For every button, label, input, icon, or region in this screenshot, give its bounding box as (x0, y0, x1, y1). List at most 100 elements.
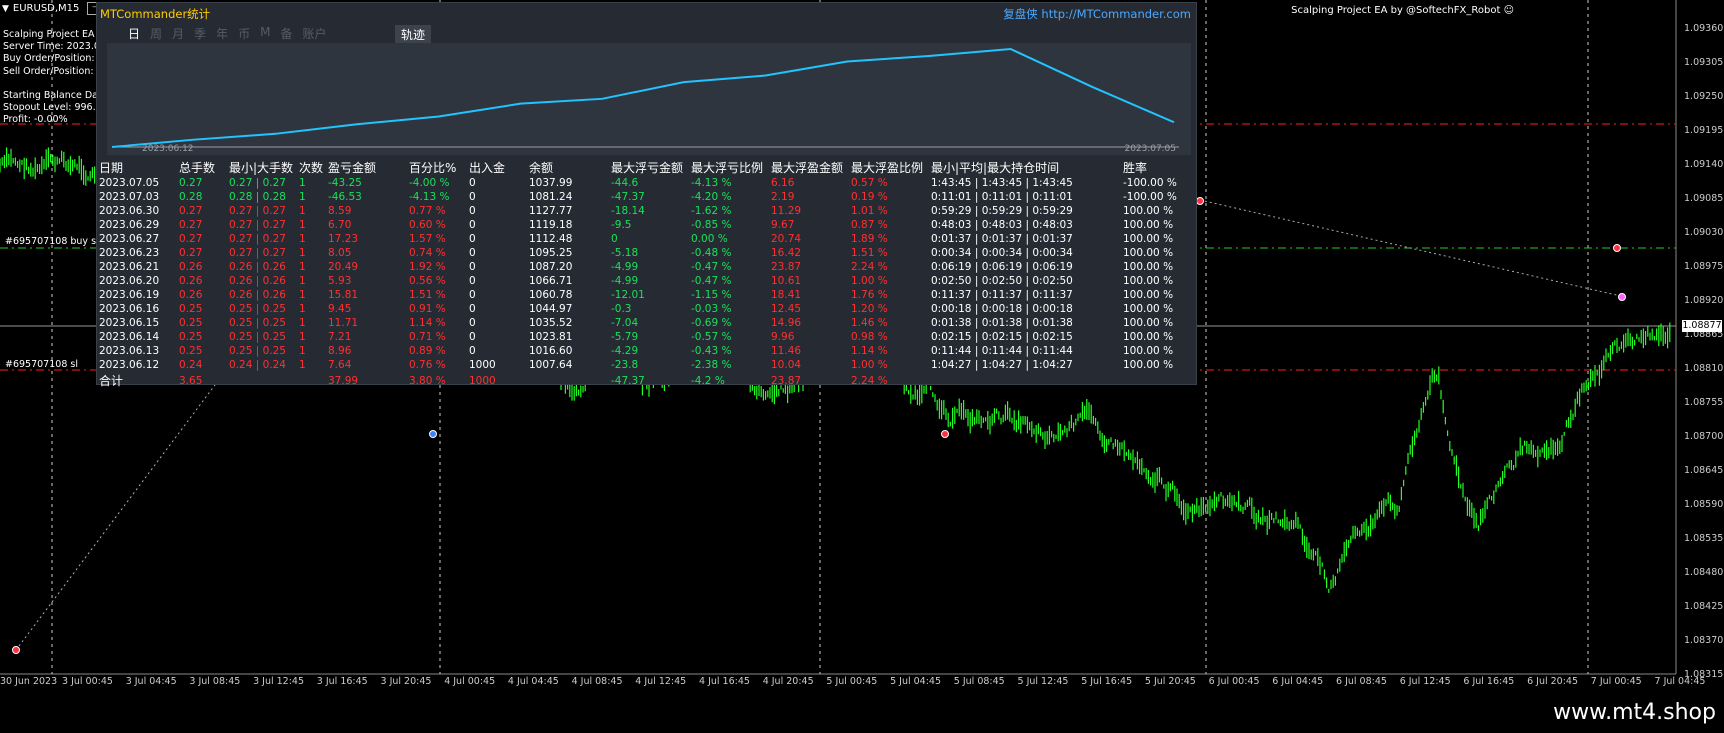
table-body: 2023.07.05 0.27 0.27 | 0.27 1 -43.25 -4.00 % 0… (99, 176, 1193, 389)
equity-curve (107, 43, 1191, 155)
table-cell: 1 (299, 345, 306, 357)
table-cell: 10.61 (771, 275, 802, 287)
table-row[interactable]: 2023.06.13 0.25 0.25 | 0.25 1 8.96 0.89 % 0 101… (99, 344, 1193, 358)
time-tick-label: 5 Jul 20:45 (1144, 676, 1196, 687)
table-cell: 100.00 % (1123, 247, 1174, 259)
table-cell: 0.26 (179, 261, 203, 273)
table-cell: 20.49 (328, 261, 359, 273)
tab-account[interactable]: 账户 (299, 25, 329, 42)
table-row[interactable]: 2023.06.23 0.27 0.27 | 0.27 1 8.05 0.74 % 0 109… (99, 246, 1193, 260)
table-cell: 1087.20 (529, 261, 573, 273)
time-tick-label: 5 Jul 16:45 (1081, 676, 1133, 687)
table-cell: 0.25 (179, 331, 203, 343)
time-tick-label: 3 Jul 16:45 (316, 676, 368, 687)
table-row[interactable]: 2023.06.16 0.25 0.25 | 0.25 1 9.45 0.91 % 0 104… (99, 302, 1193, 316)
table-cell: 0.25 | 0.25 (229, 331, 286, 343)
time-tick-label: 4 Jul 08:45 (571, 676, 623, 687)
tab-year[interactable]: 年 (213, 25, 231, 42)
table-row[interactable]: 2023.07.05 0.27 0.27 | 0.27 1 -43.25 -4.00 % 0… (99, 176, 1193, 190)
table-cell: 0.27 (179, 247, 203, 259)
table-cell: 0 (469, 191, 476, 203)
table-cell: 1 (299, 317, 306, 329)
table-row[interactable]: 2023.07.03 0.28 0.28 | 0.28 1 -46.53 -4.13 % 0… (99, 190, 1193, 204)
table-cell: -0.47 % (691, 275, 732, 287)
time-tick-label: 6 Jul 08:45 (1336, 676, 1387, 687)
column-header: 总手数 (179, 161, 216, 175)
table-cell: 23.87 (771, 261, 802, 273)
table-cell: 1 (299, 289, 306, 301)
table-cell: -0.57 % (691, 331, 732, 343)
table-cell: 0 (469, 275, 476, 287)
table-cell: 9.45 (328, 303, 352, 315)
table-cell: 6.70 (328, 219, 352, 231)
table-cell: 2023.06.23 (99, 247, 160, 259)
table-cell: 1081.24 (529, 191, 573, 203)
tab-magic[interactable]: M (257, 25, 273, 42)
tab-quarter[interactable]: 季 (191, 25, 209, 42)
table-cell: 0 (469, 317, 476, 329)
table-cell (229, 372, 299, 389)
table-cell (529, 372, 611, 389)
time-tick-label: 6 Jul 16:45 (1463, 676, 1515, 687)
table-row[interactable]: 2023.06.19 0.26 0.26 | 0.26 1 15.81 1.51 % 0 10… (99, 288, 1193, 302)
track-button[interactable]: 轨迹 (395, 25, 432, 44)
time-tick-label: 6 Jul 20:45 (1527, 676, 1579, 687)
column-header: 出入金 (469, 161, 506, 175)
symbol-header: ▼ EURUSD,M15 – (2, 2, 102, 15)
table-cell: 0 (469, 331, 476, 343)
table-cell: -0.3 (611, 303, 632, 315)
column-header: 百分比% (409, 161, 457, 175)
table-cell: 0:06:19 | 0:06:19 | 0:06:19 (931, 261, 1073, 273)
table-cell: 6.16 (771, 177, 795, 189)
table-row[interactable]: 2023.06.14 0.25 0.25 | 0.25 1 7.21 0.71 % 0 102… (99, 330, 1193, 344)
table-row[interactable]: 2023.06.29 0.27 0.27 | 0.27 1 6.70 0.60 % 0 111… (99, 218, 1193, 232)
table-cell: 20.74 (771, 233, 802, 245)
table-cell: 0.27 (179, 219, 203, 231)
tab-day[interactable]: 日 (125, 25, 143, 42)
table-cell: 0.26 (179, 275, 203, 287)
table-cell: 0.25 | 0.25 (229, 317, 286, 329)
table-row[interactable]: 2023.06.12 0.24 0.24 | 0.24 1 7.64 0.76 % 1000… (99, 358, 1193, 372)
tab-currency[interactable]: 币 (235, 25, 253, 42)
table-cell: 0.28 (179, 191, 203, 203)
table-row[interactable]: 2023.06.27 0.27 0.27 | 0.27 1 17.23 1.57 % 0 11… (99, 232, 1193, 246)
table-row[interactable]: 2023.06.15 0.25 0.25 | 0.25 1 11.71 1.14 % 0 10… (99, 316, 1193, 330)
table-cell: -2.38 % (691, 359, 732, 371)
dropdown-triangle-icon[interactable]: ▼ (2, 4, 9, 14)
time-tick-label: 3 Jul 00:45 (62, 676, 113, 687)
table-cell: 0 (469, 303, 476, 315)
table-cell: 0.74 % (409, 247, 446, 259)
table-cell: 100.00 % (1123, 233, 1174, 245)
website-link[interactable]: 复盘侠 http://MTCommander.com (1003, 6, 1191, 22)
column-header: 日期 (99, 161, 124, 175)
watermark: www.mt4.shop (1553, 700, 1716, 725)
table-cell: 0.24 (179, 359, 203, 371)
table-cell: 0:48:03 | 0:48:03 | 0:48:03 (931, 219, 1073, 231)
table-cell: 2023.06.20 (99, 275, 160, 287)
table-cell: 1.92 % (409, 261, 446, 273)
stats-panel: MTCommander统计 复盘侠 http://MTCommander.com… (96, 2, 1197, 388)
tab-week[interactable]: 周 (147, 25, 165, 42)
symbol-label: EURUSD,M15 (12, 3, 80, 14)
table-cell: 1000 (469, 374, 496, 387)
table-row[interactable]: 2023.06.30 0.27 0.27 | 0.27 1 8.59 0.77 % 0 112… (99, 204, 1193, 218)
table-cell: -23.8 (611, 359, 639, 371)
price-chart[interactable]: ▼ EURUSD,M15 – Scalping Project EA (v1.4… (0, 0, 1724, 733)
price-tick-label: 1.08535 (1684, 533, 1724, 544)
table-row[interactable]: 2023.06.20 0.26 0.26 | 0.26 1 5.93 0.56 % 0 106… (99, 274, 1193, 288)
table-row[interactable]: 2023.06.21 0.26 0.26 | 0.26 1 20.49 1.92 % 0 10… (99, 260, 1193, 274)
price-tick-label: 1.08370 (1684, 635, 1724, 646)
table-cell: -100.00 % (1123, 177, 1177, 189)
table-cell: 100.00 % (1123, 289, 1174, 301)
table-cell: 0.00 % (691, 233, 728, 245)
trade-marker (429, 430, 437, 438)
table-cell: 0 (469, 177, 476, 189)
price-tick-label: 1.09085 (1684, 193, 1724, 204)
table-cell: 0 (469, 247, 476, 259)
table-cell: 12.45 (771, 303, 802, 315)
table-cell: -7.04 (611, 317, 639, 329)
table-cell: -100.00 % (1123, 191, 1177, 203)
tab-month[interactable]: 月 (169, 25, 187, 42)
table-cell: 0:11:37 | 0:11:37 | 0:11:37 (931, 289, 1073, 301)
tab-note[interactable]: 备 (277, 25, 295, 42)
